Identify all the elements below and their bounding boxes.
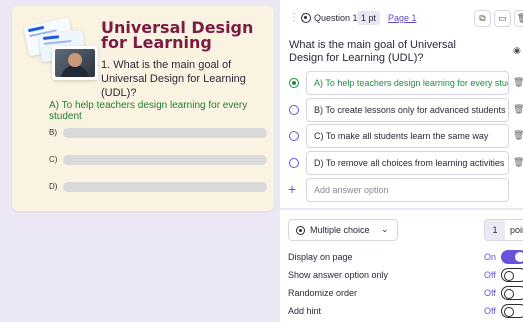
add-hint-toggle[interactable] [501, 304, 523, 318]
correct-answer-radio[interactable] [289, 78, 299, 88]
preview-option-bar [63, 182, 267, 192]
question-editor-panel: ⋮⋮ Question 1 1 pt Page 1 ⧉ ▭ 🗑 What is … [280, 0, 523, 322]
answer-radio[interactable] [289, 158, 299, 168]
answer-option: D) To remove all choices from learning a… [280, 151, 523, 175]
trash-icon[interactable]: 🗑 [513, 157, 523, 168]
preview-option-label: D) [49, 182, 58, 191]
points-input[interactable]: 1 points [484, 219, 523, 241]
question-text[interactable]: What is the main goal of Universal Desig… [289, 39, 489, 65]
randomize-order-toggle[interactable] [501, 286, 523, 300]
trash-icon[interactable]: 🗑 [513, 77, 523, 88]
eye-icon[interactable]: ◉ [513, 45, 521, 56]
video-thumbnail [52, 46, 98, 80]
duplicate-icon[interactable]: ⧉ [474, 10, 491, 27]
page-link[interactable]: Page 1 [388, 13, 417, 23]
setting-state: Off [484, 288, 496, 298]
show-answer-option-only-toggle[interactable] [501, 268, 523, 282]
setting-label: Show answer option only [288, 270, 389, 280]
answer-option: C) To make all students learn the same w… [280, 124, 523, 148]
preview-option-bar [63, 128, 267, 138]
setting-randomize-order: Randomize order Off [288, 286, 523, 300]
multiple-choice-icon [296, 226, 305, 235]
setting-show-answer-option-only: Show answer option only Off [288, 268, 523, 282]
preview-option-bar [63, 155, 267, 165]
preview-title: Universal Design for Learning [101, 18, 254, 52]
preview-question: 1. What is the main goal of Universal De… [101, 59, 246, 99]
answer-option-input[interactable]: C) To make all students learn the same w… [306, 124, 509, 148]
points-value[interactable]: 1 [485, 220, 505, 240]
add-answer-option[interactable]: + Add answer option [280, 178, 523, 202]
preview-option-label: C) [49, 155, 58, 164]
answer-option: A) To help teachers design learning for … [280, 71, 523, 95]
answer-radio[interactable] [289, 105, 299, 115]
section-divider [280, 208, 523, 210]
preview-correct-answer: A) To help teachers design learning for … [49, 100, 248, 122]
setting-state: On [484, 252, 497, 262]
setting-label: Add hint [288, 306, 322, 316]
answer-option: B) To create lessons only for advanced s… [280, 98, 523, 122]
question-type-select[interactable]: Multiple choice ⌄ [288, 219, 398, 241]
answer-option-input[interactable]: B) To create lessons only for advanced s… [306, 98, 509, 122]
trash-icon[interactable]: 🗑 [513, 130, 523, 141]
delete-icon[interactable]: 🗑 [514, 10, 523, 27]
question-type-label: Multiple choice [310, 225, 370, 235]
plus-icon[interactable]: + [288, 181, 296, 197]
answer-option-input[interactable]: A) To help teachers design learning for … [306, 71, 509, 95]
points-badge: 1 pt [357, 11, 381, 25]
setting-label: Display on page [288, 252, 353, 262]
display-on-page-toggle[interactable] [501, 250, 523, 264]
trash-icon[interactable]: 🗑 [513, 104, 523, 115]
preview-option-label: B) [49, 128, 57, 137]
answer-option-input[interactable]: D) To remove all choices from learning a… [306, 151, 509, 175]
setting-label: Randomize order [288, 288, 358, 298]
answer-radio[interactable] [289, 131, 299, 141]
archive-icon[interactable]: ▭ [494, 10, 511, 27]
question-header: ⋮⋮ Question 1 1 pt Page 1 ⧉ ▭ 🗑 [280, 6, 523, 30]
multiple-choice-icon [301, 13, 311, 23]
setting-state: Off [484, 306, 496, 316]
question-number: Question 1 [314, 13, 358, 23]
setting-add-hint: Add hint Off [288, 304, 523, 318]
question-preview-card: Universal Design for Learning 1. What is… [12, 6, 274, 211]
slide-thumbnails [23, 17, 98, 82]
setting-display-on-page: Display on page On [288, 250, 523, 264]
chevron-down-icon: ⌄ [381, 224, 389, 234]
points-unit: points [510, 225, 523, 235]
setting-state: Off [484, 270, 496, 280]
add-answer-input[interactable]: Add answer option [306, 178, 509, 202]
